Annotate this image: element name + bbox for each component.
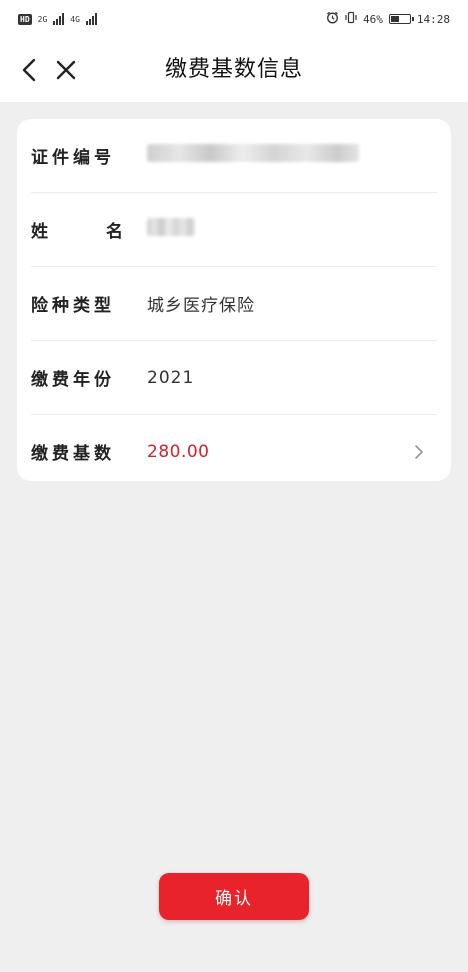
vibrate-icon xyxy=(345,11,357,27)
payment-base-label: 缴费基数 xyxy=(31,444,115,464)
status-right: 46% 14:28 xyxy=(326,11,450,27)
insurance-type-label: 险种类型 xyxy=(31,296,115,316)
page: HD 2G 4G 46% 14:28 缴费基数信息 证件编号 姓 名 险种类型 … xyxy=(0,0,468,972)
masked-name xyxy=(147,218,195,236)
nav-bar: 缴费基数信息 xyxy=(0,38,468,102)
status-bar: HD 2G 4G 46% 14:28 xyxy=(0,0,468,38)
row-id-number: 证件编号 xyxy=(31,119,437,193)
name-label-char-1: 姓 xyxy=(31,222,48,242)
insurance-type-value: 城乡医疗保险 xyxy=(147,296,255,316)
confirm-button[interactable]: 确认 xyxy=(159,873,309,920)
clock: 14:28 xyxy=(416,12,450,26)
row-insurance-type: 险种类型 城乡医疗保险 xyxy=(31,267,437,341)
info-card: 证件编号 姓 名 险种类型 城乡医疗保险 缴费年份 2021 缴费基数 280.… xyxy=(17,119,451,481)
payment-year-value: 2021 xyxy=(147,367,195,388)
payment-base-value: 280.00 xyxy=(147,441,210,462)
chevron-right-icon[interactable] xyxy=(411,444,427,460)
row-payment-year: 缴费年份 2021 xyxy=(31,341,437,415)
hd-badge: HD xyxy=(18,13,32,25)
masked-id-number xyxy=(147,144,359,162)
name-label: 姓 名 xyxy=(31,217,123,242)
id-number-value xyxy=(147,144,359,167)
signal-icon-2 xyxy=(85,13,97,25)
row-payment-base[interactable]: 缴费基数 280.00 xyxy=(31,415,437,488)
battery-icon xyxy=(388,14,414,24)
status-left: HD 2G 4G xyxy=(18,13,97,25)
alarm-icon xyxy=(326,11,339,27)
signal-icon xyxy=(53,13,65,25)
payment-year-label: 缴费年份 xyxy=(31,370,115,390)
network-4g-label: 4G xyxy=(70,14,80,24)
row-name: 姓 名 xyxy=(31,193,437,267)
name-label-char-2: 名 xyxy=(106,222,123,242)
id-number-label: 证件编号 xyxy=(31,148,115,168)
name-value xyxy=(147,218,195,241)
network-2g-label: 2G xyxy=(37,14,48,24)
battery-percent: 46% xyxy=(363,12,383,26)
page-title: 缴费基数信息 xyxy=(164,57,303,82)
